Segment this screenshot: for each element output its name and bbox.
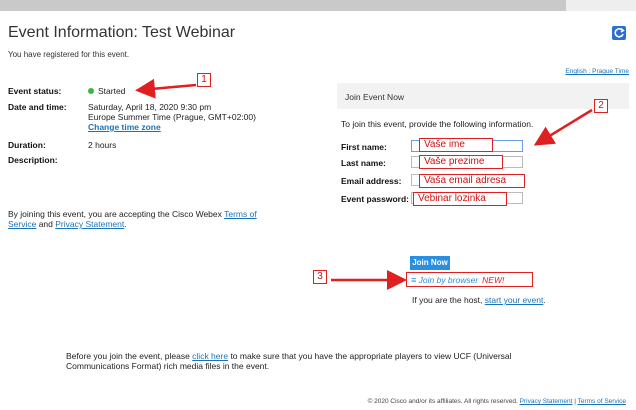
top-bar — [0, 0, 636, 11]
join-browser-label: Join by browser — [418, 275, 479, 285]
language-timezone-link[interactable]: English : Prague Time — [565, 68, 629, 75]
start-your-event-link[interactable]: start your event — [485, 295, 544, 305]
terms-notice: By joining this event, you are accepting… — [8, 209, 278, 229]
email-label: Email address: — [341, 176, 402, 186]
footer: © 2020 Cisco and/or its affiliates. All … — [368, 398, 626, 405]
event-status-value: Started — [88, 86, 318, 96]
timezone-line: Europe Summer Time (Prague, GMT+02:00) — [88, 112, 256, 122]
date-time-label: Date and time: — [8, 102, 67, 112]
terms-prefix: By joining this event, you are accepting… — [8, 209, 225, 219]
host-prefix: If you are the host, — [412, 295, 485, 305]
status-dot-icon — [88, 88, 94, 94]
event-status-label: Event status: — [8, 86, 62, 96]
click-here-link[interactable]: click here — [192, 351, 228, 361]
top-bar-right — [566, 0, 636, 11]
annotation-last-name: Vaše prezime — [419, 155, 503, 169]
annotation-badge-3: 3 — [313, 270, 327, 284]
privacy-statement-link[interactable]: Privacy Statement — [55, 219, 124, 229]
copyright-text: © 2020 Cisco and/or its affiliates. All … — [367, 398, 518, 405]
terms-and: and — [36, 219, 56, 229]
refresh-icon — [614, 27, 625, 38]
duration-value: 2 hours — [88, 140, 117, 150]
join-browser-icon: ≡ — [411, 275, 417, 285]
ucf-notice: Before you join the event, please click … — [66, 351, 566, 371]
refresh-button[interactable] — [612, 26, 626, 40]
host-suffix: . — [543, 295, 546, 305]
annotation-password: Vebinar lozinka — [413, 192, 507, 206]
footer-privacy-link[interactable]: Privacy Statement — [520, 398, 573, 405]
terms-suffix: . — [124, 219, 127, 229]
first-name-label: First name: — [341, 142, 387, 152]
annotation-email: Vaša email adresa — [419, 174, 525, 188]
date-line: Saturday, April 18, 2020 9:30 pm — [88, 102, 212, 112]
date-time-value: Saturday, April 18, 2020 9:30 pm Europe … — [88, 102, 318, 132]
new-tag: NEW! — [482, 275, 505, 285]
host-message: If you are the host, start your event. — [412, 295, 546, 305]
status-text: Started — [98, 86, 126, 96]
join-instructions: To join this event, provide the followin… — [341, 119, 534, 129]
registration-message: You have registered for this event. — [8, 50, 130, 59]
annotation-badge-1: 1 — [197, 73, 211, 87]
join-now-button[interactable]: Join Now — [410, 256, 450, 270]
description-label: Description: — [8, 155, 58, 165]
last-name-label: Last name: — [341, 158, 386, 168]
annotation-first-name: Vaše ime — [419, 138, 493, 152]
duration-label: Duration: — [8, 140, 46, 150]
change-time-zone-link[interactable]: Change time zone — [88, 122, 318, 132]
page-title: Event Information: Test Webinar — [8, 24, 236, 41]
annotation-badge-2: 2 — [594, 99, 608, 113]
ucf-prefix: Before you join the event, please — [66, 351, 193, 361]
join-panel-header: Join Event Now — [337, 83, 629, 109]
join-by-browser-button[interactable]: ≡ Join by browser NEW! — [406, 272, 533, 287]
event-password-label: Event password: — [341, 194, 410, 204]
footer-terms-link[interactable]: Terms of Service — [578, 398, 626, 405]
